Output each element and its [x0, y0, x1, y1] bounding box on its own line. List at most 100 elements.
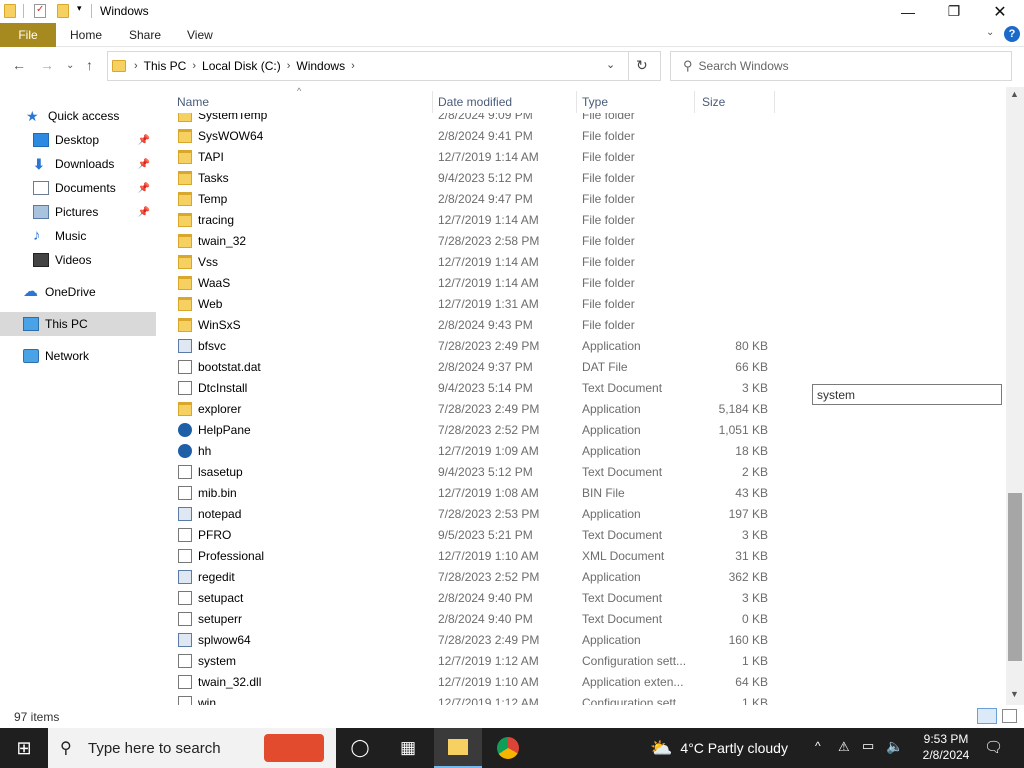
- tab-home[interactable]: Home: [70, 28, 102, 42]
- sidebar-item-downloads[interactable]: ⬇ Downloads 📌: [0, 152, 156, 176]
- expand-ribbon-icon[interactable]: ⌄: [986, 27, 994, 38]
- address-bar[interactable]: › This PC › Local Disk (C:) › Windows › …: [107, 51, 661, 81]
- sidebar-item-documents[interactable]: Documents 📌: [0, 176, 156, 200]
- volume-icon[interactable]: 🔈: [886, 738, 903, 755]
- file-row[interactable]: setupact 2/8/2024 9:40 PM Text Document 3 K…: [174, 588, 789, 609]
- file-row[interactable]: WaaS 12/7/2019 1:14 AM File folder: [174, 273, 789, 294]
- widgets-icon[interactable]: ▦: [384, 728, 432, 768]
- restore-button[interactable]: ❐: [931, 0, 977, 23]
- file-row[interactable]: SysWOW64 2/8/2024 9:41 PM File folder: [174, 126, 789, 147]
- column-divider[interactable]: [694, 91, 695, 113]
- forward-arrow-icon[interactable]: →: [40, 57, 54, 73]
- file-row[interactable]: DtcInstall 9/4/2023 5:14 PM Text Document 3…: [174, 378, 789, 399]
- task-view-icon[interactable]: ◯: [336, 728, 384, 768]
- notifications-icon[interactable]: 🗨: [984, 738, 1003, 756]
- file-row[interactable]: notepad 7/28/2023 2:53 PM Application 197 K…: [174, 504, 789, 525]
- column-date-modified[interactable]: Date modified: [438, 95, 512, 109]
- file-row[interactable]: twain_32 7/28/2023 2:58 PM File folder: [174, 231, 789, 252]
- file-row[interactable]: TAPI 12/7/2019 1:14 AM File folder: [174, 147, 789, 168]
- sidebar-item-pictures[interactable]: Pictures 📌: [0, 200, 156, 224]
- address-dropdown-icon[interactable]: ⌄: [606, 58, 615, 71]
- sidebar-item-desktop[interactable]: Desktop 📌: [0, 128, 156, 152]
- column-type[interactable]: Type: [582, 95, 608, 109]
- file-row[interactable]: splwow64 7/28/2023 2:49 PM Application 160 …: [174, 630, 789, 651]
- file-row[interactable]: system 12/7/2019 1:12 AM Configuration set…: [174, 651, 789, 672]
- column-size[interactable]: Size: [702, 95, 725, 109]
- file-row[interactable]: Professional 12/7/2019 1:10 AM XML Documen…: [174, 546, 789, 567]
- file-row[interactable]: win 12/7/2019 1:12 AM Configuration sett..…: [174, 693, 789, 705]
- recent-locations-icon[interactable]: ⌄: [66, 60, 74, 71]
- breadcrumb-chevron-icon[interactable]: ›: [351, 60, 355, 72]
- column-divider[interactable]: [432, 91, 433, 113]
- breadcrumb-windows[interactable]: Windows: [296, 59, 345, 73]
- file-row[interactable]: regedit 7/28/2023 2:52 PM Application 362 K…: [174, 567, 789, 588]
- pin-icon[interactable]: 📌: [138, 159, 150, 170]
- back-arrow-icon[interactable]: ←: [12, 57, 26, 73]
- search-box[interactable]: ⚲ Search Windows: [670, 51, 1012, 81]
- sidebar-item-music[interactable]: ♪ Music: [0, 224, 156, 248]
- pin-icon[interactable]: 📌: [138, 207, 150, 218]
- security-icon[interactable]: ⚠: [838, 739, 850, 755]
- pin-icon[interactable]: 📌: [138, 183, 150, 194]
- file-row[interactable]: setuperr 2/8/2024 9:40 PM Text Document 0 K…: [174, 609, 789, 630]
- breadcrumb-chevron-icon[interactable]: ›: [287, 60, 291, 72]
- file-row[interactable]: Web 12/7/2019 1:31 AM File folder: [174, 294, 789, 315]
- file-type: Configuration sett...: [582, 696, 687, 705]
- column-divider[interactable]: [576, 91, 577, 113]
- file-row[interactable]: Tasks 9/4/2023 5:12 PM File folder: [174, 168, 789, 189]
- sidebar-item-onedrive[interactable]: ☁ OneDrive: [0, 280, 156, 304]
- column-name[interactable]: Name: [177, 95, 209, 109]
- breadcrumb-local-disk[interactable]: Local Disk (C:): [202, 59, 281, 73]
- file-row[interactable]: HelpPane 7/28/2023 2:52 PM Application 1,05…: [174, 420, 789, 441]
- large-icons-view-icon[interactable]: [1002, 709, 1017, 723]
- tab-file[interactable]: File: [0, 23, 56, 47]
- tab-view[interactable]: View: [187, 28, 213, 42]
- breadcrumb-chevron-icon[interactable]: ›: [134, 60, 138, 72]
- up-arrow-icon[interactable]: ↑: [86, 57, 93, 73]
- properties-icon[interactable]: ✓: [34, 4, 46, 18]
- weather-widget[interactable]: ⛅ 4°C Partly cloudy: [650, 728, 788, 768]
- sidebar-item-videos[interactable]: Videos: [0, 248, 156, 272]
- pin-icon[interactable]: 📌: [138, 135, 150, 146]
- windows-start-icon[interactable]: ⊞: [0, 728, 48, 768]
- file-row[interactable]: explorer 7/28/2023 2:49 PM Application 5,18…: [174, 399, 789, 420]
- sidebar-item-quick-access[interactable]: ★ Quick access: [0, 104, 156, 128]
- scroll-down-icon[interactable]: ▼: [1010, 689, 1019, 699]
- file-row[interactable]: twain_32.dll 12/7/2019 1:10 AM Application…: [174, 672, 789, 693]
- chrome-icon[interactable]: [484, 728, 532, 768]
- breadcrumb-this-pc[interactable]: This PC: [144, 59, 187, 73]
- details-view-icon[interactable]: [977, 708, 997, 724]
- file-row[interactable]: bootstat.dat 2/8/2024 9:37 PM DAT File 66 K…: [174, 357, 789, 378]
- vertical-scrollbar[interactable]: ▲ ▼: [1006, 87, 1024, 705]
- breadcrumb-chevron-icon[interactable]: ›: [192, 60, 196, 72]
- chevron-down-icon[interactable]: ▾: [77, 3, 82, 14]
- file-row[interactable]: lsasetup 9/4/2023 5:12 PM Text Document 2 K…: [174, 462, 789, 483]
- help-icon[interactable]: ?: [1004, 26, 1020, 42]
- file-row[interactable]: tracing 12/7/2019 1:14 AM File folder: [174, 210, 789, 231]
- file-row[interactable]: SystemTemp 2/8/2024 9:09 PM File folder: [174, 113, 789, 126]
- close-button[interactable]: ✕: [977, 0, 1023, 23]
- scroll-up-icon[interactable]: ▲: [1010, 89, 1019, 99]
- minimize-button[interactable]: —: [885, 0, 931, 23]
- file-row[interactable]: WinSxS 2/8/2024 9:43 PM File folder: [174, 315, 789, 336]
- network-status-icon[interactable]: ▭: [862, 738, 874, 754]
- clock[interactable]: 9:53 PM 2/8/2024: [918, 731, 974, 763]
- file-explorer-taskbar-icon[interactable]: [434, 728, 482, 768]
- tab-share[interactable]: Share: [129, 28, 161, 42]
- file-row[interactable]: Temp 2/8/2024 9:47 PM File folder: [174, 189, 789, 210]
- new-folder-icon[interactable]: [57, 4, 69, 18]
- file-row[interactable]: bfsvc 7/28/2023 2:49 PM Application 80 KB: [174, 336, 789, 357]
- sidebar-item-this-pc[interactable]: This PC: [0, 312, 156, 336]
- scrollbar-thumb[interactable]: [1008, 493, 1022, 661]
- column-divider[interactable]: [774, 91, 775, 113]
- file-row[interactable]: Vss 12/7/2019 1:14 AM File folder: [174, 252, 789, 273]
- show-hidden-icons-icon[interactable]: ^: [815, 739, 821, 753]
- rename-input[interactable]: system: [812, 384, 1002, 405]
- file-type: Application: [582, 507, 641, 521]
- taskbar-search-box[interactable]: ⚲ Type here to search: [48, 728, 336, 768]
- file-row[interactable]: hh 12/7/2019 1:09 AM Application 18 KB: [174, 441, 789, 462]
- file-row[interactable]: PFRO 9/5/2023 5:21 PM Text Document 3 KB: [174, 525, 789, 546]
- sidebar-item-network[interactable]: Network: [0, 344, 156, 368]
- refresh-icon[interactable]: ↻: [636, 57, 648, 74]
- file-row[interactable]: mib.bin 12/7/2019 1:08 AM BIN File 43 KB: [174, 483, 789, 504]
